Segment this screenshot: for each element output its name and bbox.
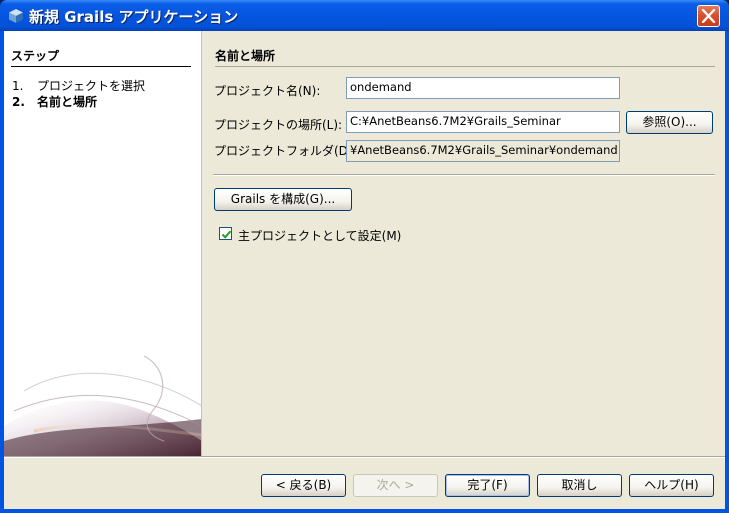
netbeans-cube-icon (9, 9, 23, 23)
step-label: プロジェクトを選択 (37, 79, 146, 93)
help-button[interactable]: ヘルプ(H) (629, 474, 714, 497)
step-number: 1. (12, 79, 24, 93)
project-name-label: プロジェクト名(N): (214, 84, 321, 98)
wizard-window: 新規 Grails アプリケーション ステップ 1. プロジェクトを選択 2. 名前… (0, 0, 729, 513)
finish-button[interactable]: 完了(F) (445, 474, 530, 497)
configure-grails-button[interactable]: Grails を構成(G)... (214, 188, 352, 211)
step-item-select-project: 1. プロジェクトを選択 (12, 77, 145, 94)
step-label: 名前と場所 (37, 95, 98, 109)
main-project-label[interactable]: 主プロジェクトとして設定(M) (238, 227, 401, 244)
close-icon (701, 9, 716, 23)
main-project-checkbox[interactable] (219, 227, 232, 240)
step-item-name-location: 2. 名前と場所 (12, 93, 97, 110)
name-location-panel: 名前と場所 プロジェクト名(N): ondemand プロジェクトの場所(L):… (213, 31, 718, 456)
cancel-button[interactable]: 取消し (537, 474, 622, 497)
project-name-input[interactable]: ondemand (346, 77, 620, 99)
back-button[interactable]: < 戻る(B) (261, 474, 346, 497)
next-button[interactable]: 次へ > (353, 474, 438, 497)
project-location-label: プロジェクトの場所(L): (214, 118, 343, 132)
steps-panel: ステップ 1. プロジェクトを選択 2. 名前と場所 (4, 31, 202, 456)
footer-divider (4, 456, 725, 458)
close-button[interactable] (697, 5, 720, 27)
step-number: 2. (12, 95, 25, 109)
title-bar[interactable]: 新規 Grails アプリケーション (0, 0, 729, 31)
checkmark-icon (221, 230, 232, 239)
project-folder-field[interactable]: ¥AnetBeans6.7M2¥Grails_Seminar¥ondemand (346, 140, 620, 162)
decorative-swirl-image (4, 355, 201, 456)
steps-header: ステップ (11, 47, 191, 67)
dialog-client-area: ステップ 1. プロジェクトを選択 2. 名前と場所 名前と場所 プロジェクト名… (4, 31, 725, 509)
section-title: 名前と場所 (215, 47, 715, 67)
section-divider (213, 174, 715, 176)
project-folder-label: プロジェクトフォルダ(D): (214, 144, 357, 158)
browse-button[interactable]: 参照(O)... (626, 111, 713, 134)
window-title: 新規 Grails アプリケーション (29, 8, 239, 26)
project-location-input[interactable]: C:¥AnetBeans6.7M2¥Grails_Seminar (346, 111, 620, 133)
